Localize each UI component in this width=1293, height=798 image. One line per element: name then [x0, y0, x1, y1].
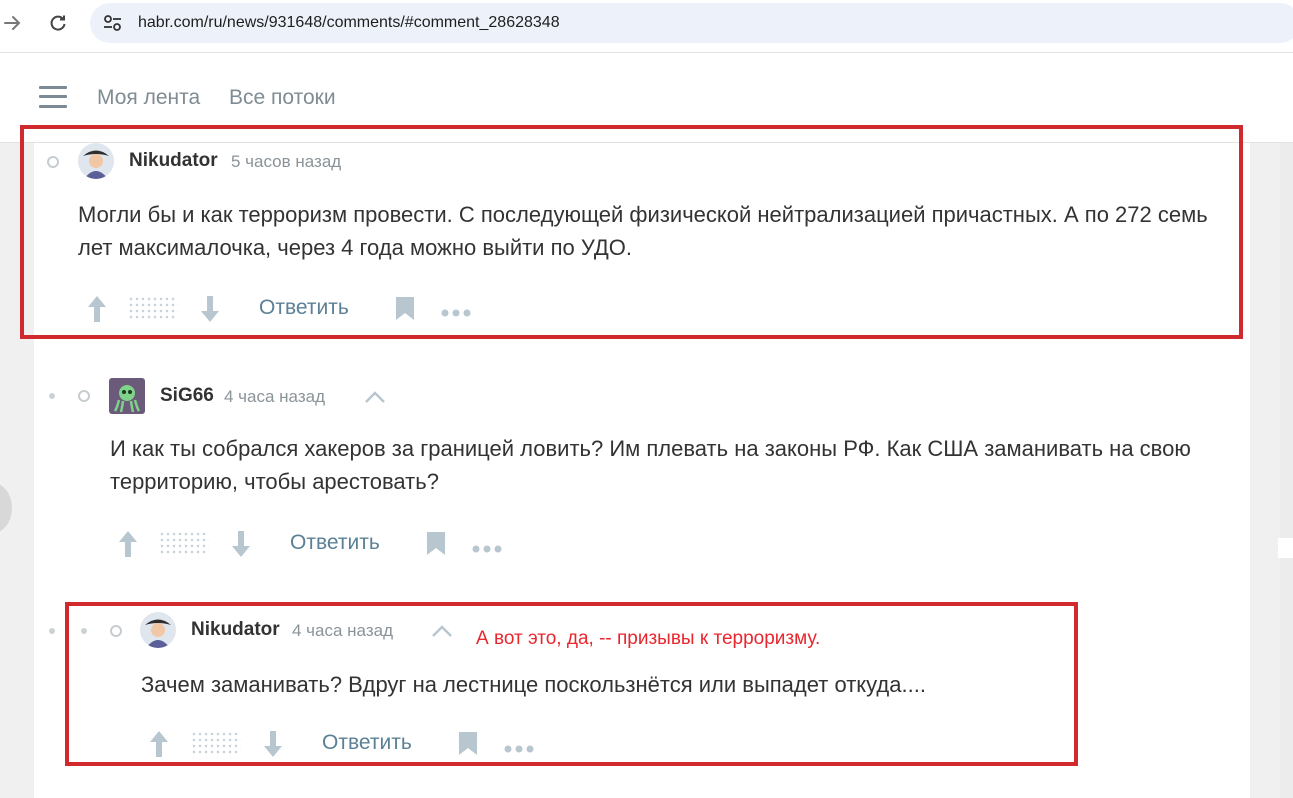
- site-settings-icon[interactable]: [102, 13, 124, 33]
- address-bar[interactable]: habr.com/ru/news/931648/comments/#commen…: [90, 3, 1293, 43]
- avatar[interactable]: [109, 378, 145, 414]
- forward-icon[interactable]: [0, 8, 28, 38]
- url-text: habr.com/ru/news/931648/comments/#commen…: [138, 14, 560, 31]
- side-scroll-button[interactable]: [0, 482, 12, 534]
- reload-icon[interactable]: [43, 8, 73, 38]
- highlight-box: [20, 125, 1243, 339]
- vote-score: [159, 531, 209, 555]
- page-gutter: [1280, 143, 1293, 798]
- reply-button[interactable]: Ответить: [290, 531, 380, 555]
- menu-icon[interactable]: [39, 86, 67, 108]
- nav-my-feed[interactable]: Моя лента: [97, 86, 200, 110]
- thread-dot-icon: [49, 393, 55, 399]
- thread-dot-icon: [49, 628, 55, 634]
- comment-author[interactable]: SiG66: [160, 385, 214, 407]
- thread-marker-icon: [78, 390, 90, 402]
- vote-up-icon[interactable]: [118, 530, 138, 558]
- browser-toolbar: habr.com/ru/news/931648/comments/#commen…: [0, 0, 1293, 53]
- nav-all-streams[interactable]: Все потоки: [229, 86, 336, 110]
- highlight-box: [65, 602, 1078, 766]
- comment-time[interactable]: 4 часа назад: [224, 387, 325, 407]
- bookmark-icon[interactable]: [426, 531, 446, 556]
- comment-body: И как ты собрался хакеров за границей ло…: [110, 436, 1191, 494]
- page-gutter-notch: [1278, 538, 1293, 558]
- vote-down-icon[interactable]: [231, 530, 251, 558]
- chevron-up-icon[interactable]: [364, 390, 386, 404]
- more-options-icon[interactable]: [472, 540, 502, 553]
